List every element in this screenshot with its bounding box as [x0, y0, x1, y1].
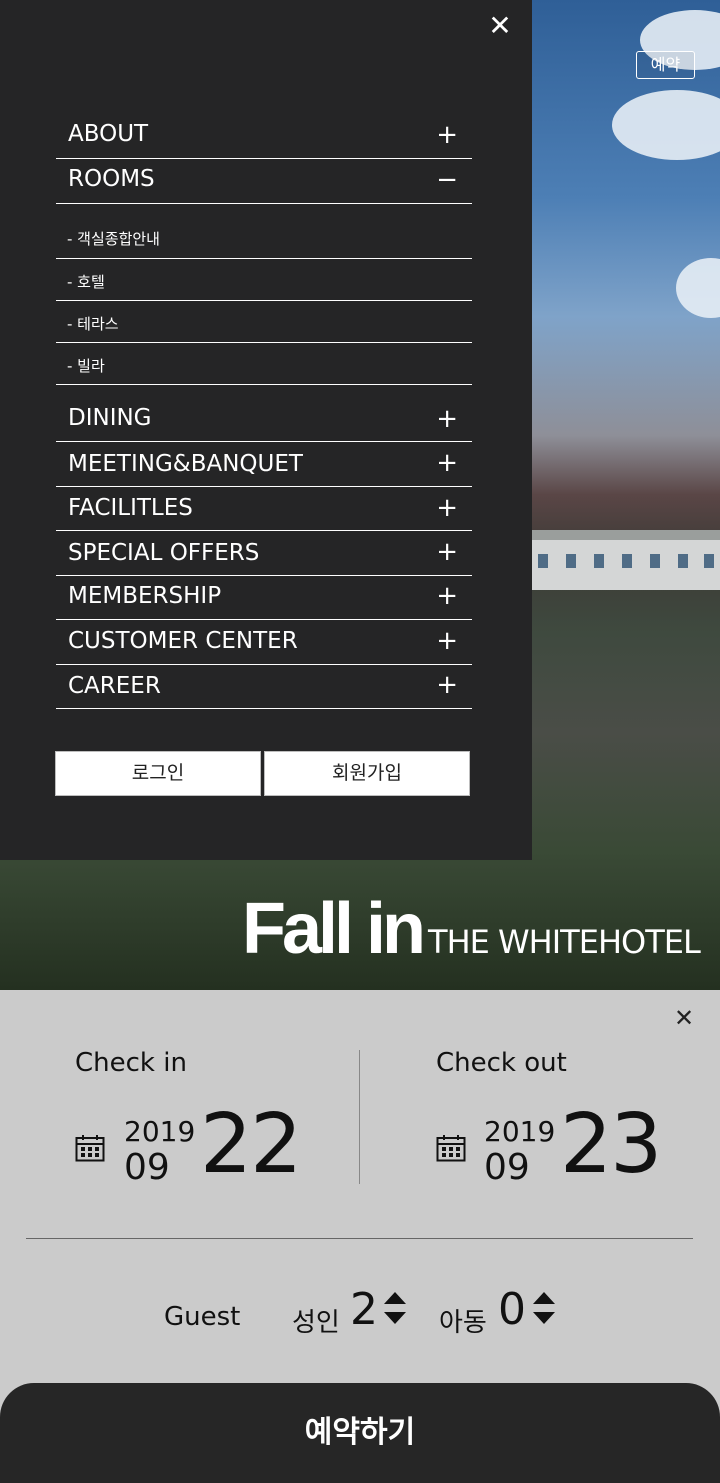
close-icon[interactable]: ✕	[674, 1006, 694, 1030]
divider	[26, 1238, 693, 1239]
arrow-down-icon[interactable]	[384, 1312, 406, 1324]
guest-label: Guest	[164, 1302, 241, 1332]
book-button[interactable]: 예약하기	[0, 1383, 720, 1483]
cloud	[676, 258, 720, 318]
plus-icon[interactable]: +	[436, 406, 458, 432]
checkout-label: Check out	[436, 1048, 567, 1078]
checkout-day[interactable]: 23	[560, 1104, 662, 1186]
auth-buttons: 로그인 회원가입	[55, 751, 471, 797]
menu-item-label: ROOMS	[68, 166, 155, 192]
checkin-day[interactable]: 22	[200, 1104, 302, 1186]
checkout-year: 2019	[484, 1115, 556, 1148]
adult-stepper[interactable]	[384, 1290, 406, 1330]
arrow-up-icon[interactable]	[533, 1292, 555, 1304]
plus-icon[interactable]: +	[436, 583, 458, 609]
checkin-month: 09	[124, 1147, 170, 1188]
calendar-icon[interactable]	[75, 1134, 105, 1162]
divider	[359, 1050, 360, 1184]
hotel-building	[532, 530, 720, 590]
menu-item-label: ABOUT	[68, 121, 149, 147]
menu-item-label: DINING	[68, 405, 152, 431]
tagline-big: Fall in	[242, 889, 426, 969]
submenu-item-villa[interactable]: - 빌라	[56, 343, 472, 385]
child-stepper[interactable]	[533, 1290, 555, 1330]
close-icon[interactable]: ✕	[486, 12, 514, 40]
submenu-item-terrace[interactable]: - 테라스	[56, 301, 472, 343]
side-menu: ✕ ABOUT + ROOMS − - 객실종합안내 - 호텔 - 테라스 - …	[0, 0, 532, 860]
menu-item-label: MEETING&BANQUET	[68, 451, 303, 477]
cloud	[612, 90, 720, 160]
menu-item-customer-center[interactable]: CUSTOMER CENTER +	[56, 620, 472, 665]
menu-item-meeting-banquet[interactable]: MEETING&BANQUET +	[56, 442, 472, 487]
checkin-label: Check in	[75, 1048, 187, 1078]
plus-icon[interactable]: +	[436, 628, 458, 654]
menu-item-special-offers[interactable]: SPECIAL OFFERS +	[56, 531, 472, 576]
menu-list: ABOUT + ROOMS − - 객실종합안내 - 호텔 - 테라스 - 빌라…	[56, 114, 472, 709]
adult-label: 성인	[292, 1308, 340, 1338]
plus-icon[interactable]: +	[436, 495, 458, 521]
menu-item-label: SPECIAL OFFERS	[68, 540, 260, 566]
tagline-small: THE WHITEHOTEL	[428, 923, 701, 961]
hero-tagline: Fall in THE WHITEHOTEL	[242, 888, 701, 970]
login-button[interactable]: 로그인	[55, 751, 261, 796]
menu-item-facilities[interactable]: FACILITLES +	[56, 487, 472, 531]
arrow-down-icon[interactable]	[533, 1312, 555, 1324]
plus-icon[interactable]: +	[436, 450, 458, 476]
child-count: 0	[498, 1284, 526, 1335]
plus-icon[interactable]: +	[436, 122, 458, 148]
menu-item-label: CUSTOMER CENTER	[68, 628, 298, 654]
menu-item-label: FACILITLES	[68, 495, 193, 521]
plus-icon[interactable]: +	[436, 672, 458, 698]
child-label: 아동	[439, 1308, 487, 1338]
submenu-item-hotel[interactable]: - 호텔	[56, 259, 472, 301]
calendar-icon[interactable]	[436, 1134, 466, 1162]
minus-icon[interactable]: −	[436, 167, 458, 193]
menu-item-rooms[interactable]: ROOMS −	[56, 159, 472, 204]
menu-item-label: MEMBERSHIP	[68, 583, 222, 609]
reserve-top-button[interactable]: 예약	[636, 51, 695, 79]
arrow-up-icon[interactable]	[384, 1292, 406, 1304]
submenu-item-rooms-overview[interactable]: - 객실종합안내	[56, 204, 472, 259]
checkin-year: 2019	[124, 1115, 196, 1148]
menu-item-dining[interactable]: DINING +	[56, 385, 472, 442]
menu-item-label: CAREER	[68, 673, 161, 699]
menu-item-career[interactable]: CAREER +	[56, 665, 472, 709]
signup-button[interactable]: 회원가입	[264, 751, 470, 796]
checkout-month: 09	[484, 1147, 530, 1188]
adult-count: 2	[350, 1284, 378, 1335]
menu-item-about[interactable]: ABOUT +	[56, 114, 472, 159]
plus-icon[interactable]: +	[436, 539, 458, 565]
menu-item-membership[interactable]: MEMBERSHIP +	[56, 576, 472, 620]
